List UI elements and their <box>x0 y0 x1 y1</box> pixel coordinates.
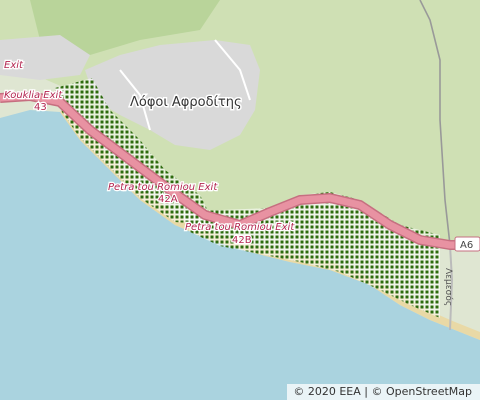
highway-shield-a6: A6 <box>454 236 480 252</box>
side-road-label: Λεμεσός <box>443 268 454 306</box>
exit-number-petra-2: 42B <box>232 235 252 246</box>
exit-number-petra-1: 42A <box>158 194 178 205</box>
exit-label-petra-1: Petra tou Romiou Exit <box>108 182 218 193</box>
attribution: © 2020 EEA | © OpenStreetMap <box>287 384 480 400</box>
exit-label-kouklia: Kouklia Exit <box>4 90 63 101</box>
attribution-osm[interactable]: © OpenStreetMap <box>371 384 472 400</box>
place-label: Λόφοι Αφροδίτης <box>130 95 242 110</box>
exit-label-petra-2: Petra tou Romiou Exit <box>185 222 295 233</box>
attribution-eea[interactable]: © 2020 EEA <box>293 384 360 400</box>
map-canvas[interactable]: Λόφοι Αφροδίτης Exit Kouklia Exit 43 Pet… <box>0 0 480 400</box>
exit-label-top-left: Exit <box>4 60 24 71</box>
attribution-separator: | <box>364 385 368 398</box>
highway-shield-label: A6 <box>460 240 473 251</box>
exit-number-kouklia: 43 <box>34 102 47 113</box>
map-graphics: Λόφοι Αφροδίτης Exit Kouklia Exit 43 Pet… <box>0 0 480 400</box>
